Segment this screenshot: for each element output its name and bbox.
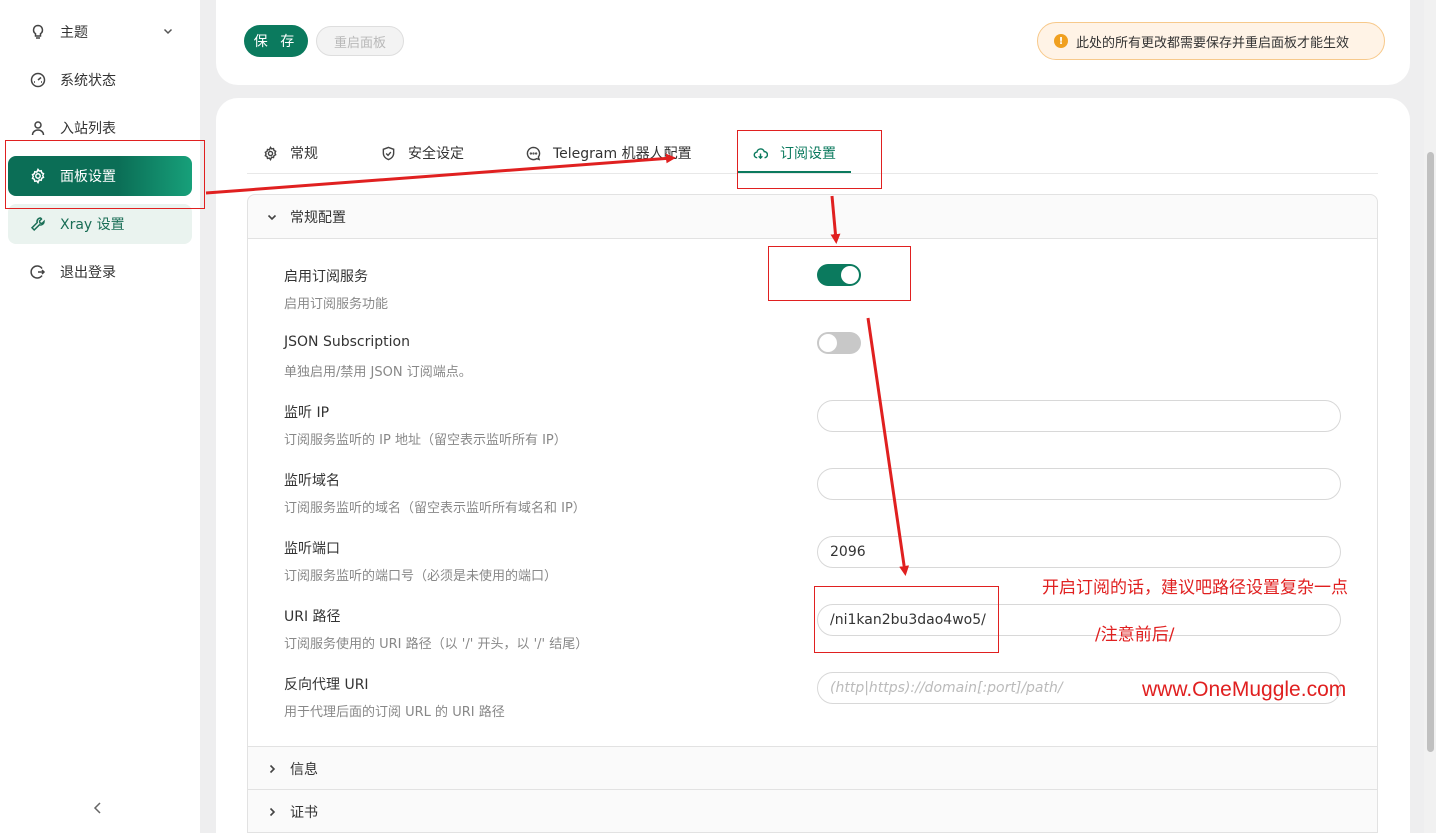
reverse-uri-desc: 用于代理后面的订阅 URL 的 URI 路径	[284, 705, 505, 720]
enable-sub-label: 启用订阅服务	[284, 269, 368, 285]
listen-ip-label: 监听 IP	[284, 405, 330, 421]
panel-info-header[interactable]: 信息	[248, 747, 1377, 790]
tab-security[interactable]: 安全设定	[381, 143, 464, 163]
listen-domain-desc: 订阅服务监听的域名（留空表示监听所有域名和 IP）	[284, 501, 586, 516]
toolbar: 保 存 重启面板 ! 此处的所有更改都需要保存并重启面板才能生效	[216, 0, 1410, 85]
chevron-left-icon[interactable]	[90, 800, 106, 816]
sidebar-item-logout[interactable]: 退出登录	[8, 252, 192, 292]
sidebar-item-system-status[interactable]: 系统状态	[8, 60, 192, 100]
annotation-tip: 开启订阅的话，建议吧路径设置复杂一点	[1042, 578, 1348, 598]
chevron-right-icon	[269, 807, 276, 816]
sidebar-item-label: 退出登录	[60, 265, 116, 281]
tab-label: 常规	[290, 146, 318, 162]
enable-sub-desc: 启用订阅服务功能	[284, 297, 389, 312]
watermark: www.OneMuggle.com	[1142, 678, 1347, 701]
listen-port-desc: 订阅服务监听的端口号（必须是未使用的端口）	[284, 569, 558, 584]
sidebar-item-label: 系统状态	[60, 73, 116, 89]
json-sub-toggle[interactable]	[817, 332, 861, 354]
wrench-icon	[30, 216, 46, 232]
restart-notice: ! 此处的所有更改都需要保存并重启面板才能生效	[1037, 22, 1385, 60]
uri-path-label: URI 路径	[284, 609, 341, 625]
listen-port-label: 监听端口	[284, 541, 340, 557]
dashboard-icon	[30, 72, 46, 88]
alert-text: 此处的所有更改都需要保存并重启面板才能生效	[1076, 35, 1350, 51]
panel-cert-header[interactable]: 证书	[248, 790, 1377, 833]
tab-general[interactable]: 常规	[263, 143, 318, 163]
shield-icon	[382, 146, 395, 160]
sidebar-item-xray-settings[interactable]: Xray 设置	[8, 204, 192, 244]
tab-label: Telegram 机器人配置	[553, 146, 692, 162]
listen-domain-input[interactable]	[817, 468, 1341, 500]
listen-ip-input[interactable]	[817, 400, 1341, 432]
warning-icon: !	[1054, 34, 1068, 48]
chevron-down-icon	[267, 214, 277, 220]
sidebar-item-label: 入站列表	[60, 121, 116, 137]
panel-general-header[interactable]: 常规配置	[248, 195, 1377, 238]
json-sub-label: JSON Subscription	[284, 334, 410, 350]
sidebar-item-theme[interactable]: 主题	[8, 12, 192, 52]
listen-ip-desc: 订阅服务监听的 IP 地址（留空表示监听所有 IP）	[284, 433, 567, 448]
logout-icon	[30, 264, 46, 280]
uri-path-desc: 订阅服务使用的 URI 路径（以 '/' 开头，以 '/' 结尾）	[284, 637, 589, 652]
toggle-knob	[819, 334, 837, 352]
reverse-uri-label: 反向代理 URI	[284, 677, 369, 693]
panel-info: 信息	[247, 746, 1378, 790]
panel-cert: 证书	[247, 789, 1378, 833]
scrollbar-thumb[interactable]	[1427, 152, 1434, 752]
json-sub-desc: 单独启用/禁用 JSON 订阅端点。	[284, 365, 472, 380]
panel-title: 证书	[290, 804, 318, 821]
annotation-box-uri-path	[814, 586, 999, 653]
annotation-tip-slashes: /注意前后/	[1095, 625, 1175, 645]
gear-icon	[264, 145, 277, 161]
sidebar: 主题 系统状态 入站列表 面板设置 Xray 设置 退出登录	[0, 0, 200, 833]
annotation-box-enable-toggle	[768, 246, 911, 301]
chevron-right-icon	[269, 764, 276, 773]
lightbulb-icon	[30, 24, 46, 40]
tab-telegram-bot[interactable]: Telegram 机器人配置	[526, 143, 692, 163]
save-button[interactable]: 保 存	[244, 25, 308, 57]
chevron-down-icon	[162, 25, 174, 37]
listen-port-input[interactable]	[817, 536, 1341, 568]
user-icon	[30, 120, 46, 136]
restart-panel-button[interactable]: 重启面板	[316, 26, 404, 56]
tab-label: 安全设定	[408, 146, 464, 162]
chat-icon	[526, 146, 541, 160]
panel-title: 常规配置	[290, 209, 346, 226]
sidebar-item-label: Xray 设置	[60, 217, 125, 233]
listen-domain-label: 监听域名	[284, 473, 340, 489]
panel-title: 信息	[290, 761, 318, 778]
annotation-box-panel-settings	[5, 140, 205, 209]
sidebar-item-label: 主题	[60, 25, 88, 41]
annotation-box-subscription-tab	[737, 130, 882, 189]
